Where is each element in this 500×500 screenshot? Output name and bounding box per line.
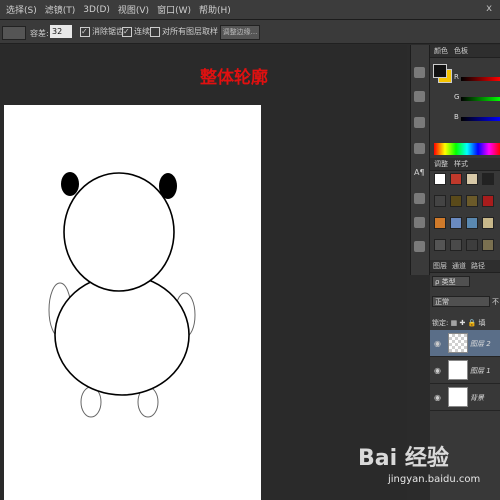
layer-row[interactable]: ◉ 图层 2 (430, 330, 500, 357)
channel-b-label: B (454, 113, 459, 121)
properties-icon[interactable] (414, 143, 425, 154)
layer-row[interactable]: ◉ 背景 (430, 384, 500, 411)
layer-thumbnail (448, 333, 468, 353)
layer-name: 背景 (470, 394, 484, 402)
blue-slider[interactable] (461, 117, 500, 121)
brush-icon[interactable] (414, 217, 425, 228)
layer-name: 图层 1 (470, 367, 491, 375)
eye-icon[interactable]: ◉ (434, 366, 441, 375)
lock-all-icon[interactable]: 🔒 (468, 319, 477, 327)
tool-preset-picker[interactable] (2, 26, 26, 40)
style-tan[interactable] (466, 173, 478, 185)
fill-label: 填 (478, 319, 486, 327)
style-orange[interactable] (434, 217, 446, 229)
character-icon[interactable]: A¶ (414, 168, 425, 177)
watermark-url: jingyan.baidu.com (388, 474, 481, 485)
eye-icon[interactable]: ◉ (434, 339, 441, 348)
empty-checkbox-icon (150, 26, 160, 37)
layer-name: 图层 2 (470, 340, 491, 348)
tab-adjustments[interactable]: 调整 (434, 159, 448, 169)
style-slate[interactable] (450, 239, 462, 251)
clone-source-icon[interactable] (414, 241, 425, 252)
contiguous-checkbox[interactable]: ✓ 连续 (122, 26, 150, 37)
panel-icon-strip: A¶ (410, 45, 430, 275)
channel-g-label: G (454, 93, 460, 101)
panda-outline-drawing (48, 172, 196, 418)
canvas-title-text: 整体轮廓 (200, 68, 268, 88)
style-sand[interactable] (482, 217, 494, 229)
style-olive[interactable] (482, 239, 494, 251)
style-gray[interactable] (434, 195, 446, 207)
menu-3d[interactable]: 3D(D) (83, 5, 110, 15)
styles-grid (430, 171, 500, 261)
eye-icon[interactable]: ◉ (434, 393, 441, 402)
actions-icon[interactable] (414, 91, 425, 102)
opacity-label: 不 (492, 298, 499, 306)
antialias-checkbox[interactable]: ✓ 消除锯齿 (80, 26, 124, 37)
style-red[interactable] (450, 173, 462, 185)
style-none[interactable] (434, 173, 446, 185)
tolerance-label: 容差: (30, 29, 49, 38)
layer-kind-filter[interactable]: ρ 类型 (432, 276, 470, 287)
options-bar: 容差: 32 ✓ 消除锯齿 ✓ 连续 对所有图层取样 调整边缘... (0, 20, 500, 44)
style-bronze[interactable] (450, 195, 462, 207)
sample-all-checkbox[interactable]: 对所有图层取样 (150, 26, 218, 37)
menu-filter[interactable]: 滤镜(T) (45, 3, 76, 16)
style-dark[interactable] (482, 173, 494, 185)
tolerance-input[interactable]: 32 (50, 25, 72, 38)
tab-paths[interactable]: 路径 (471, 261, 485, 271)
document-canvas[interactable] (4, 105, 261, 500)
refine-edge-button[interactable]: 调整边缘... (220, 25, 260, 40)
tab-layers[interactable]: 图层 (433, 261, 447, 271)
history-icon[interactable] (414, 67, 425, 78)
color-panel-tabs: 颜色 色板 (430, 45, 500, 58)
tab-swatches[interactable]: 色板 (454, 46, 468, 56)
lock-row: 锁定: ▦ ✚ 🔒 填 (432, 318, 486, 328)
layers-panel-tabs: 图层 通道 路径 (430, 260, 500, 273)
baidu-jingyan-logo: Bai 经验 (358, 446, 449, 471)
layer-row[interactable]: ◉ 图层 1 (430, 357, 500, 384)
style-blue[interactable] (450, 217, 462, 229)
menu-select[interactable]: 选择(S) (6, 3, 37, 16)
menu-view[interactable]: 视图(V) (118, 3, 149, 16)
close-icon[interactable]: x (486, 3, 492, 14)
canvas-workarea: 整体轮廓 (0, 45, 407, 500)
style-charcoal[interactable] (434, 239, 446, 251)
sample-all-label: 对所有图层取样 (162, 27, 218, 36)
layer-thumbnail (448, 387, 468, 407)
style-crimson[interactable] (482, 195, 494, 207)
checkmark-icon: ✓ (80, 26, 90, 37)
lock-pixels-icon[interactable]: ▦ (451, 319, 458, 327)
adjust-icon[interactable] (414, 117, 425, 128)
styles-panel-tabs: 调整 样式 (430, 158, 500, 171)
paragraph-icon[interactable] (414, 193, 425, 204)
channel-r-label: R (454, 73, 459, 81)
left-ear (61, 172, 79, 196)
foreground-color-swatch[interactable] (433, 64, 447, 78)
layer-thumbnail (448, 360, 468, 380)
body-circle (54, 274, 190, 396)
tab-channels[interactable]: 通道 (452, 261, 466, 271)
color-panel: R G B (430, 58, 500, 158)
menu-help[interactable]: 帮助(H) (199, 3, 231, 16)
red-slider[interactable] (461, 77, 500, 81)
tab-styles[interactable]: 样式 (454, 159, 468, 169)
right-panels: 颜色 色板 R G B 调整 样式 图层 通道 路径 ρ 类型 正常 不 锁定:… (430, 45, 500, 500)
green-slider[interactable] (461, 97, 500, 101)
menu-window[interactable]: 窗口(W) (157, 3, 191, 16)
contiguous-label: 连续 (134, 27, 150, 36)
checkmark-icon: ✓ (122, 26, 132, 37)
style-gold[interactable] (466, 195, 478, 207)
lock-label: 锁定: (432, 319, 449, 327)
color-spectrum-bar[interactable] (434, 143, 500, 155)
antialias-label: 消除锯齿 (92, 27, 124, 36)
menu-bar: 选择(S) 滤镜(T) 3D(D) 视图(V) 窗口(W) 帮助(H) x (0, 0, 500, 20)
tab-color[interactable]: 颜色 (434, 46, 448, 56)
lock-position-icon[interactable]: ✚ (459, 319, 465, 327)
head-circle (63, 172, 175, 292)
blend-mode-select[interactable]: 正常 (432, 296, 490, 307)
style-steel[interactable] (466, 217, 478, 229)
style-graphite[interactable] (466, 239, 478, 251)
